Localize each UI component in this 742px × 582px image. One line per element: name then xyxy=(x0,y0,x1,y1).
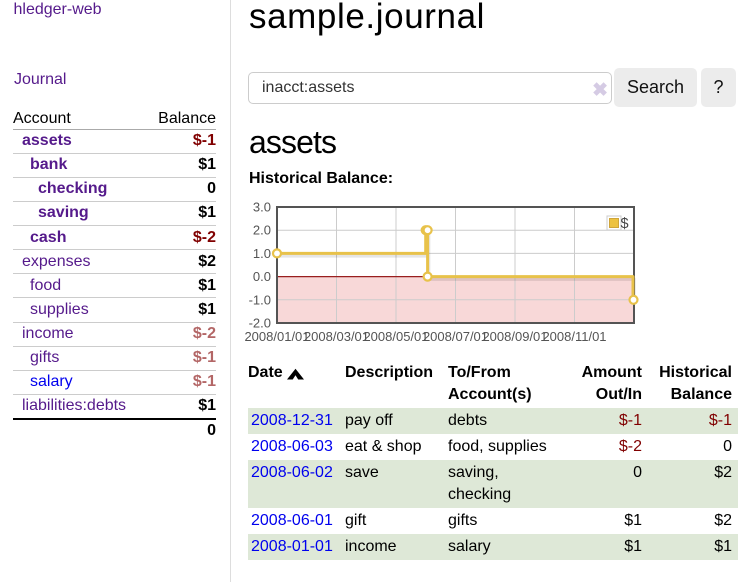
svg-text:$: $ xyxy=(621,216,629,232)
svg-text:1.0: 1.0 xyxy=(253,246,271,261)
svg-text:2008/07/01: 2008/07/01 xyxy=(423,329,488,344)
svg-text:0.0: 0.0 xyxy=(253,269,271,284)
svg-text:2008/03/01: 2008/03/01 xyxy=(304,329,369,344)
svg-text:2008/01/01: 2008/01/01 xyxy=(244,329,309,344)
svg-text:2008/05/01: 2008/05/01 xyxy=(363,329,428,344)
svg-text:2.0: 2.0 xyxy=(253,223,271,238)
svg-text:2008/09/01: 2008/09/01 xyxy=(482,329,547,344)
svg-text:2008/11/01: 2008/11/01 xyxy=(542,329,606,344)
svg-text:3.0: 3.0 xyxy=(253,200,271,215)
svg-text:-1.0: -1.0 xyxy=(249,292,271,307)
